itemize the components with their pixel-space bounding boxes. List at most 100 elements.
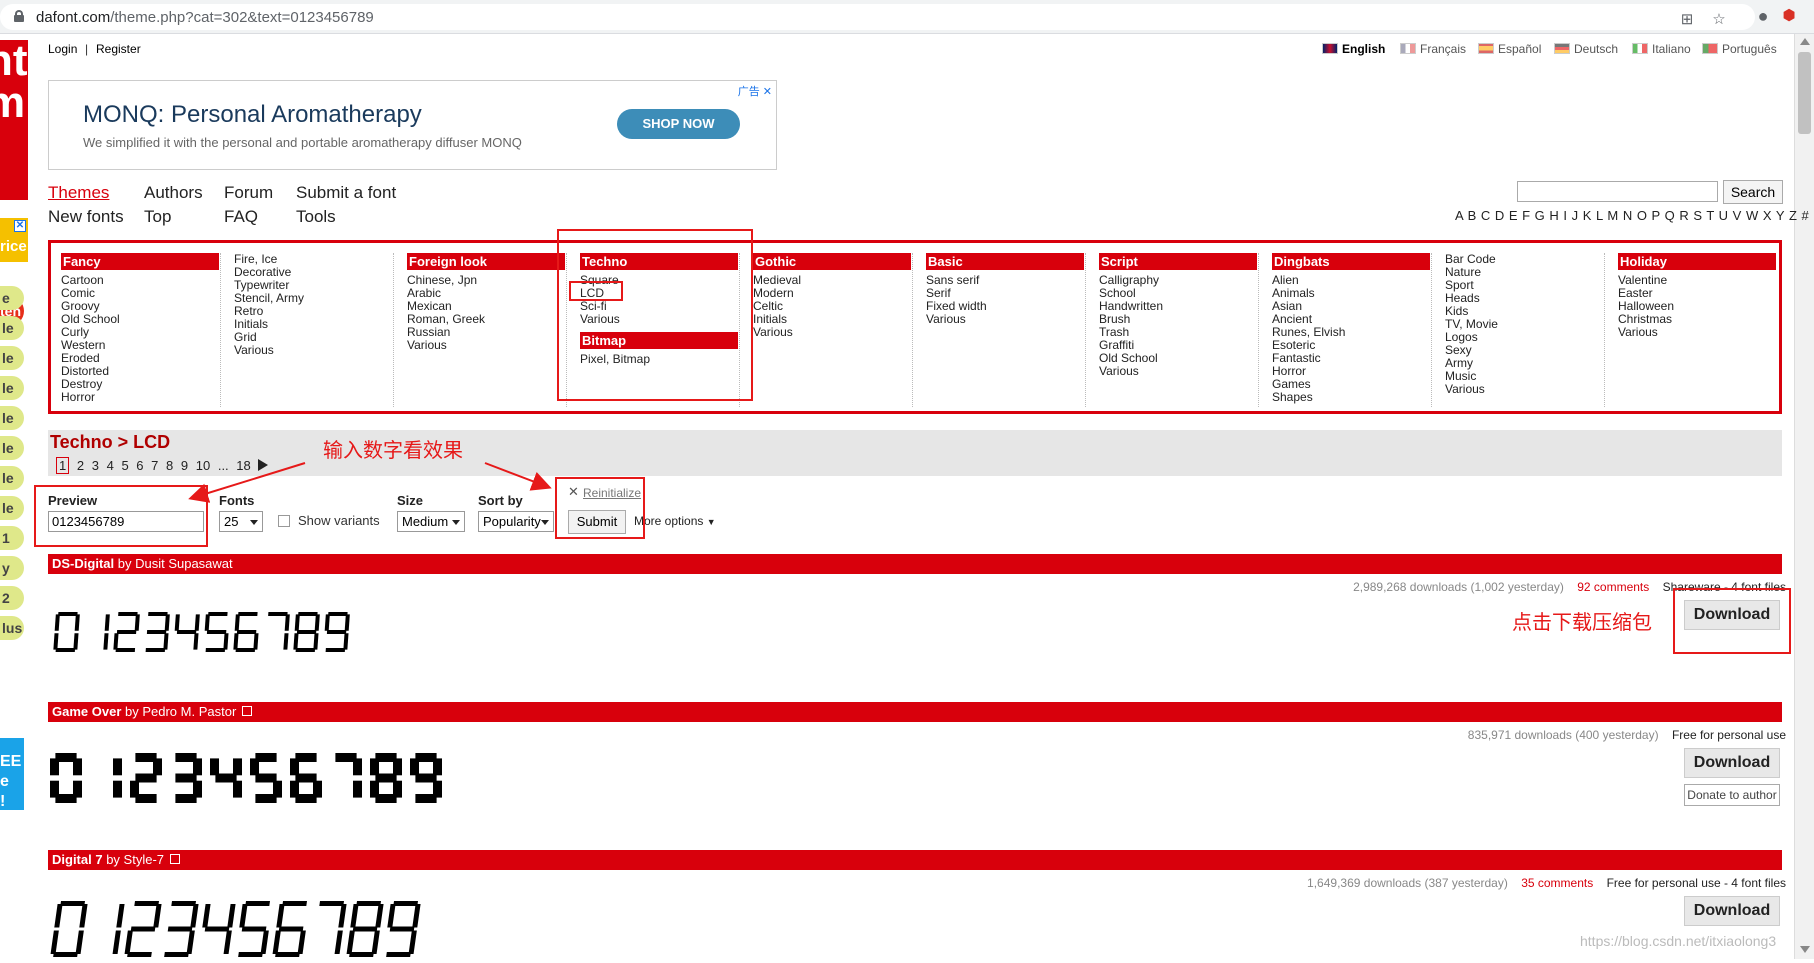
more-options-link[interactable]: More options ▼ <box>634 514 716 528</box>
translate-icon[interactable]: ⊞ <box>1678 11 1696 29</box>
side-blue-ad[interactable]: EE e ! <box>0 738 24 810</box>
category-foreign-look[interactable]: Foreign look <box>407 253 565 270</box>
scroll-up-arrow[interactable] <box>1800 38 1810 45</box>
side-item[interactable]: lus <box>0 616 24 640</box>
category-holiday[interactable]: Holiday <box>1618 253 1776 270</box>
register-link[interactable]: Register <box>96 42 141 56</box>
category-script[interactable]: Script <box>1099 253 1257 270</box>
page-link[interactable]: 2 <box>77 458 84 473</box>
theme-link[interactable]: Various <box>1618 326 1778 339</box>
glyph-segment <box>260 930 269 954</box>
comments-link[interactable]: 92 comments <box>1577 580 1649 594</box>
fonts-count-select[interactable]: 25 <box>219 511 263 532</box>
close-icon[interactable]: ✕ <box>14 220 26 232</box>
download-button[interactable]: Download <box>1684 748 1780 778</box>
glyph-segment <box>176 630 197 634</box>
alphabet-index[interactable]: A B C D E F G H I J K L M N O P Q R S T … <box>1455 208 1809 223</box>
side-item[interactable]: e <box>0 286 24 310</box>
glyph-segment <box>268 612 288 616</box>
page-link[interactable]: 3 <box>92 458 99 473</box>
extension-icon[interactable]: ⬢ <box>1780 7 1798 25</box>
glyph-segment <box>116 904 125 928</box>
glyph-segment <box>233 758 242 776</box>
page-link[interactable]: 5 <box>121 458 128 473</box>
side-item[interactable]: le <box>0 436 24 460</box>
font-header-digital-7[interactable]: Digital 7 by Style-7 <box>48 850 1782 870</box>
side-item[interactable]: le <box>0 376 24 400</box>
download-button[interactable]: Download <box>1684 896 1780 926</box>
lang-french[interactable]: Français <box>1400 42 1466 56</box>
category-fancy[interactable]: Fancy <box>61 253 219 270</box>
side-item[interactable]: 1 <box>0 526 24 550</box>
scroll-thumb[interactable] <box>1798 52 1811 134</box>
theme-link[interactable]: Horror <box>61 391 220 404</box>
ad-label[interactable]: 广告 ✕ <box>738 83 772 99</box>
page-link[interactable]: 7 <box>151 458 158 473</box>
category-dingbats[interactable]: Dingbats <box>1272 253 1430 270</box>
theme-link[interactable]: Various <box>926 313 1085 326</box>
nav-top[interactable]: Top <box>144 207 171 227</box>
category-basic[interactable]: Basic <box>926 253 1084 270</box>
side-item[interactable]: le <box>0 406 24 430</box>
side-item[interactable]: y <box>0 556 24 580</box>
glyph-segment <box>53 633 59 650</box>
page-link[interactable]: 8 <box>166 458 173 473</box>
theme-link[interactable]: Various <box>407 339 566 352</box>
star-icon[interactable]: ☆ <box>1710 11 1728 29</box>
external-link-icon[interactable] <box>242 706 253 716</box>
search-input[interactable] <box>1517 181 1718 202</box>
show-variants-label[interactable]: Show variants <box>298 513 380 528</box>
size-select[interactable]: Medium <box>397 511 465 532</box>
donate-button[interactable]: Donate to author <box>1684 784 1780 806</box>
breadcrumb[interactable]: Techno > LCD <box>50 432 170 453</box>
comments-link[interactable]: 35 comments <box>1521 876 1593 890</box>
side-item[interactable]: le <box>0 316 24 340</box>
nav-themes[interactable]: Themes <box>48 183 109 203</box>
login-link[interactable]: Login <box>48 42 77 56</box>
page-current[interactable]: 1 <box>56 457 70 474</box>
glyph-segment <box>353 780 362 798</box>
side-item[interactable]: 2 <box>0 586 24 610</box>
theme-link[interactable]: Various <box>753 326 912 339</box>
external-link-icon[interactable] <box>170 854 181 864</box>
page-scrollbar[interactable] <box>1794 34 1814 959</box>
lang-german[interactable]: Deutsch <box>1554 42 1618 56</box>
address-bar[interactable]: dafont.com/theme.php?cat=302&text=012345… <box>0 4 1755 30</box>
font-header-game-over[interactable]: Game Over by Pedro M. Pastor <box>48 702 1782 722</box>
side-item[interactable]: le <box>0 496 24 520</box>
side-ad[interactable]: ✕ rice <box>0 218 28 262</box>
glyph-segment <box>393 758 402 776</box>
nav-new-fonts[interactable]: New fonts <box>48 207 124 227</box>
theme-link[interactable]: Various <box>234 344 393 357</box>
side-item[interactable]: le <box>0 346 24 370</box>
profile-icon[interactable]: ● <box>1754 7 1772 25</box>
lang-portuguese[interactable]: Português <box>1702 42 1777 56</box>
scroll-down-arrow[interactable] <box>1800 946 1810 953</box>
nav-authors[interactable]: Authors <box>144 183 203 203</box>
url-text[interactable]: dafont.com/theme.php?cat=302&text=012345… <box>36 9 374 26</box>
lang-english[interactable]: English <box>1322 42 1385 56</box>
lang-spanish[interactable]: Español <box>1478 42 1541 56</box>
search-button[interactable]: Search <box>1723 180 1783 204</box>
ad-shop-button[interactable]: SHOP NOW <box>617 109 740 139</box>
glyph-segment <box>349 952 374 957</box>
ad-banner[interactable]: MONQ: Personal Aromatherapy We simplifie… <box>48 80 777 170</box>
theme-link[interactable]: Various <box>1099 365 1258 378</box>
page-link[interactable]: 6 <box>136 458 143 473</box>
page-link[interactable]: 4 <box>107 458 114 473</box>
show-variants-checkbox[interactable] <box>278 515 290 527</box>
nav-forum[interactable]: Forum <box>224 183 273 203</box>
side-item[interactable]: le <box>0 466 24 490</box>
dafont-logo[interactable]: ntm <box>0 40 28 200</box>
category-gothic[interactable]: Gothic <box>753 253 911 270</box>
nav-faq[interactable]: FAQ <box>224 207 258 227</box>
nav-tools[interactable]: Tools <box>296 207 336 227</box>
theme-link[interactable]: Various <box>1445 383 1604 396</box>
sort-select[interactable]: Popularity <box>478 511 554 532</box>
font-header-ds-digital[interactable]: DS-Digital by Dusit Supasawat <box>48 554 1782 574</box>
lang-italian[interactable]: Italiano <box>1632 42 1691 56</box>
theme-link[interactable]: Initials <box>234 318 393 331</box>
nav-submit-font[interactable]: Submit a font <box>296 183 396 203</box>
theme-link[interactable]: Shapes <box>1272 391 1431 404</box>
theme-link[interactable]: Heads <box>1445 292 1604 305</box>
